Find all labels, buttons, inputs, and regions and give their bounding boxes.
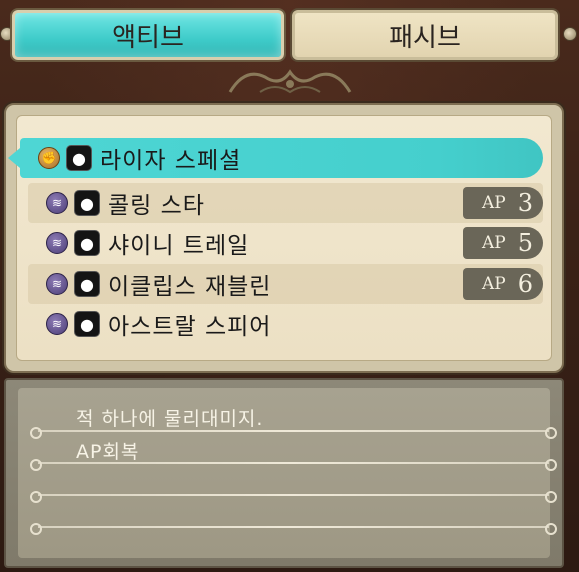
description-rule <box>30 523 557 535</box>
skill-name: 샤이니 트레일 <box>108 233 250 259</box>
ap-label: AP <box>482 274 506 294</box>
bomb-icon: ● <box>74 311 100 337</box>
ap-value: 5 <box>517 229 533 257</box>
bomb-icon: ● <box>74 230 100 256</box>
wave-icon: ≋ <box>46 232 68 254</box>
wave-icon: ≋ <box>46 273 68 295</box>
ap-label: AP <box>482 233 506 253</box>
skill-row-4[interactable]: ≋ ● 이클립스 재블린 AP 6 <box>28 264 543 304</box>
bomb-icon: ● <box>74 271 100 297</box>
ap-badge: AP 6 <box>463 268 543 300</box>
fist-icon: ✊ <box>38 147 60 169</box>
skill-row-1[interactable]: ✊ ● 라이자 스페셜 <box>8 138 543 178</box>
skill-row-3[interactable]: ≋ ● 샤이니 트레일 AP 5 <box>28 223 543 263</box>
ap-value: 3 <box>517 189 533 217</box>
skill-row-2[interactable]: ≋ ● 콜링 스타 AP 3 <box>28 183 543 223</box>
ap-value: 6 <box>517 270 533 298</box>
skill-name: 아스트랄 스피어 <box>108 314 272 340</box>
skill-row-5[interactable]: ≋ ● 아스트랄 스피어 <box>28 304 543 344</box>
wave-icon: ≋ <box>46 192 68 214</box>
ap-badge: AP 3 <box>463 187 543 219</box>
description-rule <box>30 491 557 503</box>
ap-badge: AP 5 <box>463 227 543 259</box>
skill-name: 이클립스 재블린 <box>108 274 272 300</box>
ornament-scroll <box>228 69 352 94</box>
tab-active-label: 액티브 <box>112 22 184 53</box>
bomb-icon: ● <box>74 190 100 216</box>
tab-active[interactable]: 액티브 <box>12 10 284 60</box>
skill-name: 라이자 스페셜 <box>100 148 242 174</box>
wave-icon: ≋ <box>46 313 68 335</box>
ap-label: AP <box>482 193 506 213</box>
tab-passive-label: 패시브 <box>389 22 461 53</box>
skill-name: 콜링 스타 <box>108 193 205 219</box>
tab-rivet-right <box>563 27 577 41</box>
tab-passive[interactable]: 패시브 <box>292 10 558 60</box>
description-line-2: AP회복 <box>76 441 140 463</box>
bomb-icon: ● <box>66 145 92 171</box>
description-line-1: 적 하나에 물리대미지. <box>76 408 264 430</box>
